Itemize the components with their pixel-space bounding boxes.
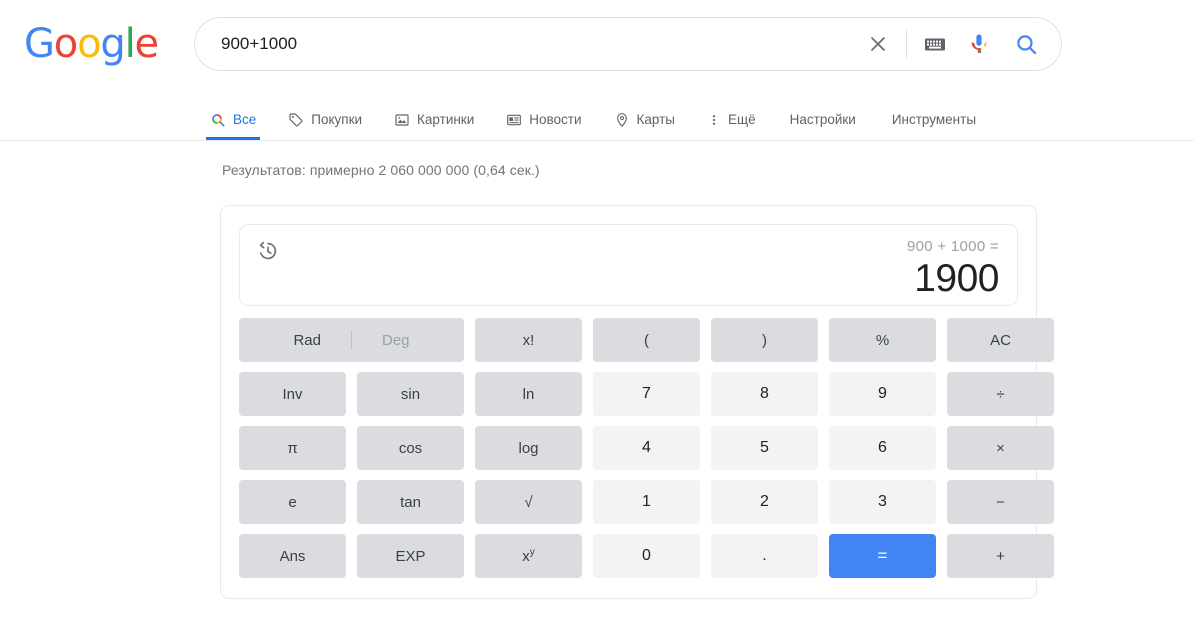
key-9[interactable]: 9	[829, 372, 936, 416]
key-sqrt[interactable]: √	[475, 480, 582, 524]
close-icon[interactable]	[856, 22, 900, 66]
key-paren-open[interactable]: (	[593, 318, 700, 362]
tab-label: Карты	[636, 112, 676, 127]
key-inv[interactable]: Inv	[239, 372, 346, 416]
deg-label[interactable]: Deg	[352, 332, 440, 349]
tab-images[interactable]: Картинки	[378, 99, 490, 140]
key-multiply[interactable]: ×	[947, 426, 1054, 470]
tab-shopping[interactable]: Покупки	[272, 99, 378, 140]
calculator-result: 1900	[914, 257, 999, 300]
key-all-clear[interactable]: AC	[947, 318, 1054, 362]
key-5[interactable]: 5	[711, 426, 818, 470]
search-input[interactable]	[195, 18, 856, 70]
search-icon[interactable]	[1001, 22, 1051, 66]
settings-button[interactable]: Настройки	[772, 99, 874, 140]
key-0[interactable]: 0	[593, 534, 700, 578]
key-equals[interactable]: =	[829, 534, 936, 578]
tab-news[interactable]: Новости	[490, 99, 597, 140]
calculator-display: 900 + 1000 = 1900	[239, 224, 1018, 306]
key-power[interactable]: xy	[475, 534, 582, 578]
tab-more[interactable]: Ещё	[691, 99, 772, 140]
calculator-card: 900 + 1000 = 1900 Rad Deg x! ( ) % AC In…	[220, 205, 1054, 599]
key-e[interactable]: e	[239, 480, 346, 524]
more-vertical-icon	[707, 112, 721, 128]
key-paren-close[interactable]: )	[711, 318, 818, 362]
tab-label: Ещё	[728, 112, 756, 127]
key-6[interactable]: 6	[829, 426, 936, 470]
google-logo[interactable]: Google	[24, 22, 159, 66]
search-icon	[210, 112, 226, 128]
key-log[interactable]: log	[475, 426, 582, 470]
key-divide[interactable]: ÷	[947, 372, 1054, 416]
tab-label: Покупки	[311, 112, 363, 127]
key-1[interactable]: 1	[593, 480, 700, 524]
search-nav-tabs: Все Покупки Картинки Новости Карты Ещё Н…	[194, 99, 994, 141]
tag-icon	[288, 112, 304, 128]
history-icon[interactable]	[256, 239, 280, 263]
tab-label: Картинки	[417, 112, 475, 127]
settings-label: Настройки	[789, 112, 856, 127]
key-3[interactable]: 3	[829, 480, 936, 524]
map-pin-icon	[614, 112, 630, 128]
key-factorial[interactable]: x!	[475, 318, 582, 362]
key-2[interactable]: 2	[711, 480, 818, 524]
search-divider	[906, 30, 907, 58]
tab-all[interactable]: Все	[194, 99, 272, 140]
microphone-icon[interactable]	[957, 22, 1001, 66]
rad-label[interactable]: Rad	[263, 332, 351, 349]
tab-label: Все	[233, 112, 257, 127]
keypad-row: Ans EXP xy 0 . = +	[239, 534, 1054, 578]
key-7[interactable]: 7	[593, 372, 700, 416]
keypad-row: π cos log 4 5 6 ×	[239, 426, 1054, 470]
result-stats: Результатов: примерно 2 060 000 000 (0,6…	[222, 162, 540, 178]
key-ln[interactable]: ln	[475, 372, 582, 416]
key-add[interactable]: +	[947, 534, 1054, 578]
key-percent[interactable]: %	[829, 318, 936, 362]
news-icon	[506, 112, 522, 128]
tools-button[interactable]: Инструменты	[874, 99, 994, 140]
search-box	[194, 17, 1062, 71]
rad-deg-toggle[interactable]: Rad Deg	[239, 318, 464, 362]
key-4[interactable]: 4	[593, 426, 700, 470]
tab-maps[interactable]: Карты	[598, 99, 691, 140]
key-ans[interactable]: Ans	[239, 534, 346, 578]
keypad-row: Rad Deg x! ( ) % AC	[239, 318, 1054, 362]
key-sin[interactable]: sin	[357, 372, 464, 416]
key-exp[interactable]: EXP	[357, 534, 464, 578]
header-divider	[0, 140, 1194, 141]
tab-label: Новости	[529, 112, 582, 127]
keypad-row: Inv sin ln 7 8 9 ÷	[239, 372, 1054, 416]
keyboard-icon[interactable]	[913, 22, 957, 66]
calculator-expression: 900 + 1000 =	[906, 238, 999, 255]
key-decimal[interactable]: .	[711, 534, 818, 578]
key-tan[interactable]: tan	[357, 480, 464, 524]
key-cos[interactable]: cos	[357, 426, 464, 470]
key-8[interactable]: 8	[711, 372, 818, 416]
tools-label: Инструменты	[891, 112, 977, 127]
key-subtract[interactable]: −	[947, 480, 1054, 524]
image-icon	[394, 112, 410, 128]
keypad-row: e tan √ 1 2 3 −	[239, 480, 1054, 524]
calculator-keypad: Rad Deg x! ( ) % AC Inv sin ln 7 8 9 ÷ π…	[239, 318, 1054, 578]
page-header: Google 900+1000 Все Покупки Картинки Нов…	[0, 0, 1194, 141]
key-pi[interactable]: π	[239, 426, 346, 470]
